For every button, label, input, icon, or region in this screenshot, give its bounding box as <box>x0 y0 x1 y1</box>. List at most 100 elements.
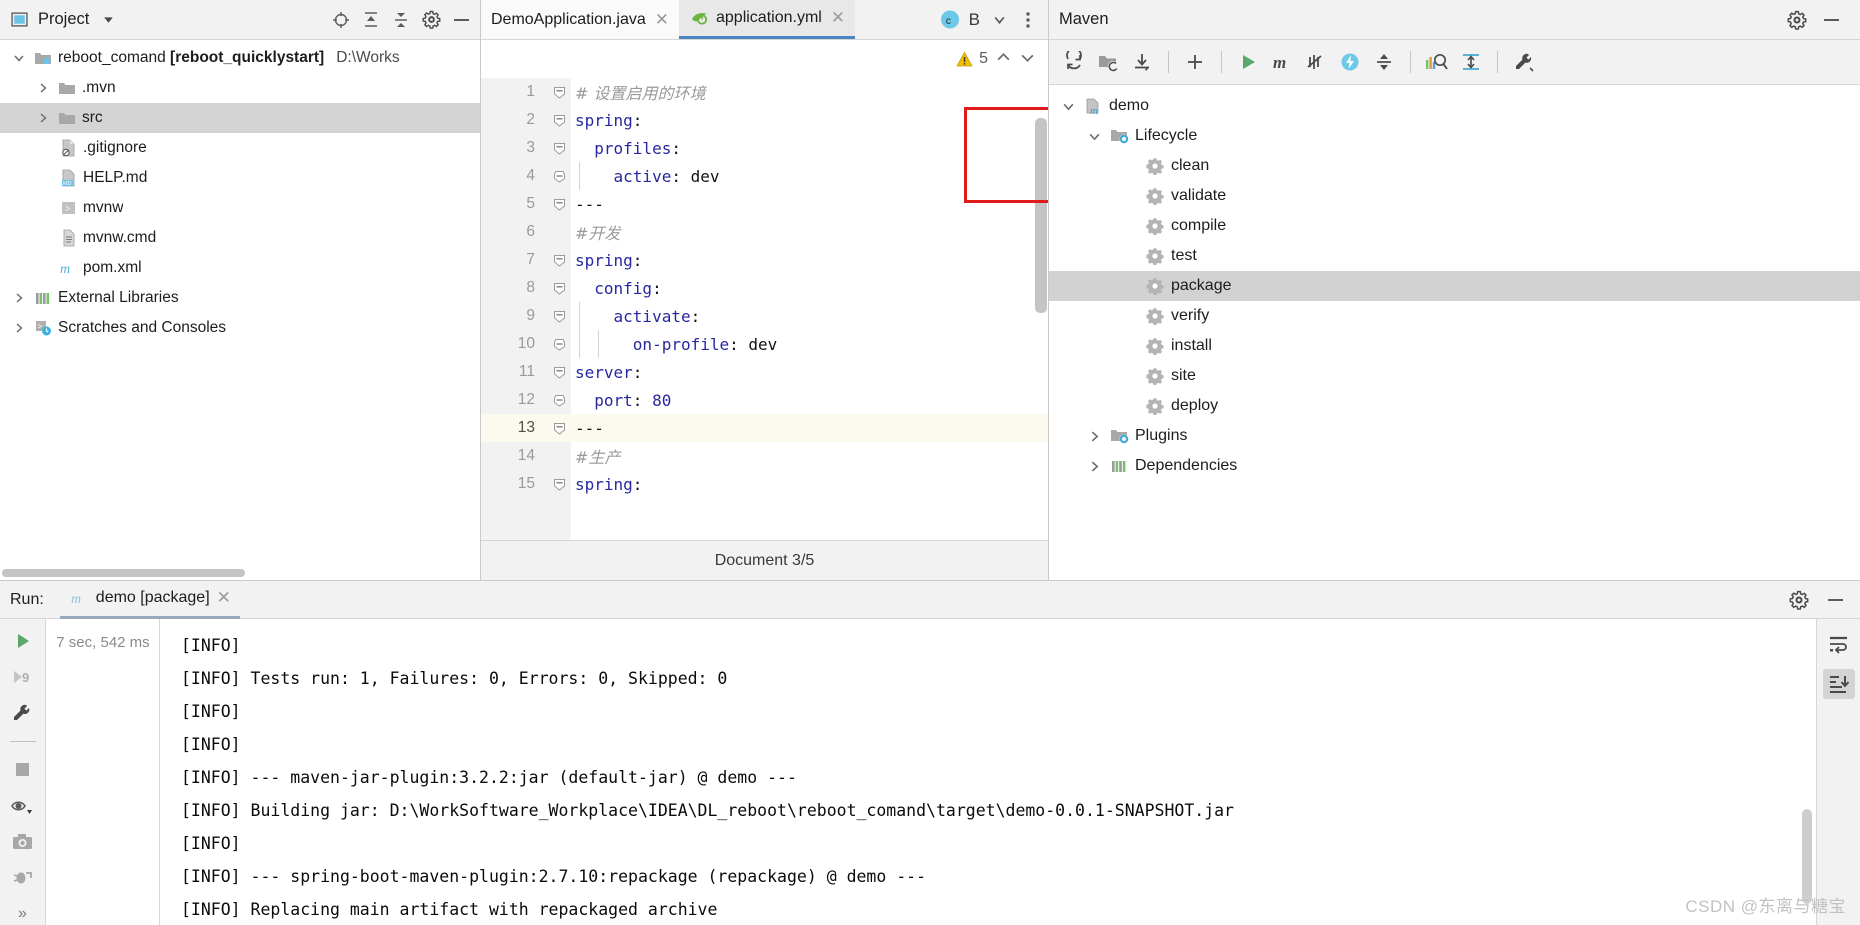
hide-icon[interactable] <box>450 9 472 31</box>
tab-application-yml[interactable]: application.yml ✕ <box>679 0 856 39</box>
tree-item-pom-xml[interactable]: m pom.xml <box>0 253 480 283</box>
code-line[interactable]: 5 --- <box>481 190 1048 218</box>
toggle-skip-tests-icon[interactable] <box>1301 47 1331 77</box>
expand-all-icon[interactable] <box>360 9 382 31</box>
chevron-down-icon[interactable] <box>97 9 119 31</box>
toggle-offline-icon[interactable] <box>1335 47 1365 77</box>
run-tab-demo-package[interactable]: m demo [package] ✕ <box>59 580 240 619</box>
c-badge-icon[interactable]: c <box>940 10 960 30</box>
fold-marker-icon[interactable] <box>547 478 571 491</box>
chevron-down-icon[interactable] <box>989 10 1009 30</box>
chevron-down-icon[interactable] <box>10 49 28 67</box>
more-vertical-icon[interactable] <box>1018 10 1038 30</box>
previous-highlight-icon[interactable] <box>995 50 1012 69</box>
maven-tree-item-site[interactable]: site <box>1049 361 1860 391</box>
code-line[interactable]: 10 on-profile: dev <box>481 330 1048 358</box>
tree-item-mvn[interactable]: .mvn <box>0 73 480 103</box>
settings-icon[interactable] <box>1786 9 1808 31</box>
code-line[interactable]: 7 spring: <box>481 246 1048 274</box>
code-line[interactable]: 4 active: dev <box>481 162 1048 190</box>
maven-tree-item-validate[interactable]: validate <box>1049 181 1860 211</box>
code-line[interactable]: 11 server: <box>481 358 1048 386</box>
code-lines[interactable]: 1 # 设置启用的环境 2 spring: 3 profiles: 4 active: d… <box>481 78 1048 540</box>
show-passed-icon[interactable] <box>8 794 38 818</box>
code-line[interactable]: 13 --- <box>481 414 1048 442</box>
fold-marker-icon[interactable] <box>547 282 571 295</box>
fold-marker-icon[interactable] <box>547 366 571 379</box>
next-highlight-icon[interactable] <box>1019 50 1036 69</box>
code-line[interactable]: 6 #开发 <box>481 218 1048 246</box>
chevron-right-icon[interactable] <box>34 79 52 97</box>
fold-marker-icon[interactable] <box>547 170 571 183</box>
maven-tree[interactable]: m demo Lifecycle clean validate compile test pa… <box>1049 85 1860 481</box>
rerun-failed-icon[interactable]: 9 <box>8 665 38 689</box>
tree-item-scratches-and-consoles[interactable]: > Scratches and Consoles <box>0 313 480 343</box>
settings-icon[interactable] <box>1788 589 1810 611</box>
expand-dependencies-icon[interactable] <box>1456 47 1486 77</box>
scroll-to-end-icon[interactable] <box>1822 669 1855 699</box>
stop-icon[interactable] <box>8 758 38 782</box>
chevron-right-icon[interactable] <box>34 109 52 127</box>
add-maven-project-icon[interactable] <box>1093 47 1123 77</box>
maven-tree-item-dependencies[interactable]: Dependencies <box>1049 451 1860 481</box>
maven-tree-item-package[interactable]: package <box>1049 271 1860 301</box>
close-icon[interactable]: ✕ <box>217 588 231 608</box>
chevron-down-icon[interactable] <box>1085 127 1103 145</box>
maven-tree-item-clean[interactable]: clean <box>1049 151 1860 181</box>
maven-tree-item-test[interactable]: test <box>1049 241 1860 271</box>
maven-settings-icon[interactable] <box>1509 47 1539 77</box>
code-line[interactable]: 14 #生产 <box>481 442 1048 470</box>
chevron-right-icon[interactable] <box>1085 457 1103 475</box>
reload-icon[interactable] <box>1059 47 1089 77</box>
expand-more-icon[interactable]: » <box>8 902 38 925</box>
fold-marker-icon[interactable] <box>547 338 571 351</box>
download-sources-icon[interactable] <box>1127 47 1157 77</box>
tree-item-external-libraries[interactable]: External Libraries <box>0 283 480 313</box>
fold-marker-icon[interactable] <box>547 86 571 99</box>
chevron-right-icon[interactable] <box>10 319 28 337</box>
close-icon[interactable]: ✕ <box>831 8 845 28</box>
project-horizontal-scrollbar[interactable] <box>0 567 478 578</box>
rerun-icon[interactable] <box>8 629 38 653</box>
run-icon[interactable] <box>1233 47 1263 77</box>
code-line[interactable]: 2 spring: <box>481 106 1048 134</box>
branch-label[interactable]: B <box>969 10 980 30</box>
code-editor[interactable]: 1 # 设置启用的环境 2 spring: 3 profiles: 4 active: d… <box>481 78 1048 540</box>
fold-marker-icon[interactable] <box>547 422 571 435</box>
code-line[interactable]: 9 activate: <box>481 302 1048 330</box>
fold-marker-icon[interactable] <box>547 142 571 155</box>
fold-marker-icon[interactable] <box>547 198 571 211</box>
fold-marker-icon[interactable] <box>547 394 571 407</box>
show-dependencies-icon[interactable] <box>1422 47 1452 77</box>
tree-item-src[interactable]: src <box>0 103 480 133</box>
maven-tree-item-demo[interactable]: m demo <box>1049 91 1860 121</box>
tree-item-mvnw[interactable]: > mvnw <box>0 193 480 223</box>
code-line[interactable]: 12 port: 80 <box>481 386 1048 414</box>
soft-wrap-icon[interactable] <box>1823 629 1855 659</box>
code-line[interactable]: 8 config: <box>481 274 1048 302</box>
maven-tree-item-deploy[interactable]: deploy <box>1049 391 1860 421</box>
edit-configurations-icon[interactable] <box>8 701 38 725</box>
close-icon[interactable]: ✕ <box>655 10 669 30</box>
execute-maven-goal-icon[interactable]: m <box>1267 47 1297 77</box>
tab-demoapplication-java[interactable]: DemoApplication.java ✕ <box>481 0 679 39</box>
tree-item-help-md[interactable]: MD HELP.md <box>0 163 480 193</box>
chevron-right-icon[interactable] <box>1085 427 1103 445</box>
code-line[interactable]: 1 # 设置启用的环境 <box>481 78 1048 106</box>
inspection-warnings[interactable]: 5 <box>954 49 988 69</box>
editor-vertical-scrollbar[interactable] <box>1035 118 1047 313</box>
maven-tree-item-install[interactable]: install <box>1049 331 1860 361</box>
fold-marker-icon[interactable] <box>547 254 571 267</box>
fold-marker-icon[interactable] <box>547 310 571 323</box>
maven-tree-item-plugins[interactable]: Plugins <box>1049 421 1860 451</box>
locate-icon[interactable] <box>330 9 352 31</box>
tree-item-reboot-comand[interactable]: reboot_comand [reboot_quicklystart] D:\W… <box>0 43 480 73</box>
debug-icon[interactable] <box>8 866 38 890</box>
chevron-right-icon[interactable] <box>10 289 28 307</box>
maven-tree-item-verify[interactable]: verify <box>1049 301 1860 331</box>
tree-item-gitignore[interactable]: .gitignore <box>0 133 480 163</box>
chevron-down-icon[interactable] <box>1059 97 1077 115</box>
hide-icon[interactable] <box>1820 9 1842 31</box>
run-console[interactable]: [INFO] [INFO] Tests run: 1, Failures: 0, … <box>161 619 1816 925</box>
maven-tree-item-lifecycle[interactable]: Lifecycle <box>1049 121 1860 151</box>
